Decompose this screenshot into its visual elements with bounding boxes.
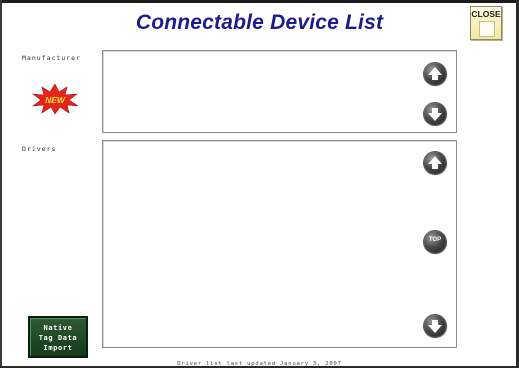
drivers-list[interactable]: TOP bbox=[102, 140, 457, 348]
window-frame-left bbox=[0, 0, 2, 368]
drivers-scroll-up-button[interactable] bbox=[424, 152, 446, 174]
page-title: Connectable Device List bbox=[135, 11, 384, 34]
arrow-down-circle-icon bbox=[428, 108, 442, 121]
close-button-label: CLOSE bbox=[471, 9, 501, 19]
window-frame-top bbox=[0, 0, 519, 3]
arrow-up-circle-icon bbox=[428, 156, 442, 169]
import-button-line1: Native bbox=[43, 324, 73, 332]
drivers-label: Drivers bbox=[22, 145, 57, 153]
drivers-scroll-top-button[interactable]: TOP bbox=[424, 231, 446, 253]
native-tag-data-import-button[interactable]: Native Tag Data Import bbox=[28, 316, 88, 358]
document-icon bbox=[479, 21, 495, 37]
manufacturer-list[interactable] bbox=[102, 50, 457, 133]
import-button-line3: Import bbox=[43, 344, 73, 352]
arrow-up-circle-icon bbox=[428, 67, 442, 80]
driver-list-update-note: Driver list last updated January 3, 2007 bbox=[177, 361, 342, 367]
starburst-icon: NEW bbox=[31, 83, 79, 115]
new-badge-text: NEW bbox=[45, 95, 66, 105]
manufacturer-scroll-up-button[interactable] bbox=[424, 63, 446, 85]
arrow-down-circle-icon bbox=[428, 320, 442, 333]
manufacturer-scroll-down-button[interactable] bbox=[424, 103, 446, 125]
drivers-scroll-down-button[interactable] bbox=[424, 315, 446, 337]
close-button[interactable]: CLOSE bbox=[470, 6, 502, 40]
manufacturer-label: Manufacturer bbox=[22, 54, 81, 62]
import-button-line2: Tag Data bbox=[38, 334, 78, 342]
top-circle-icon: TOP bbox=[428, 237, 442, 243]
new-badge: NEW bbox=[31, 83, 79, 115]
